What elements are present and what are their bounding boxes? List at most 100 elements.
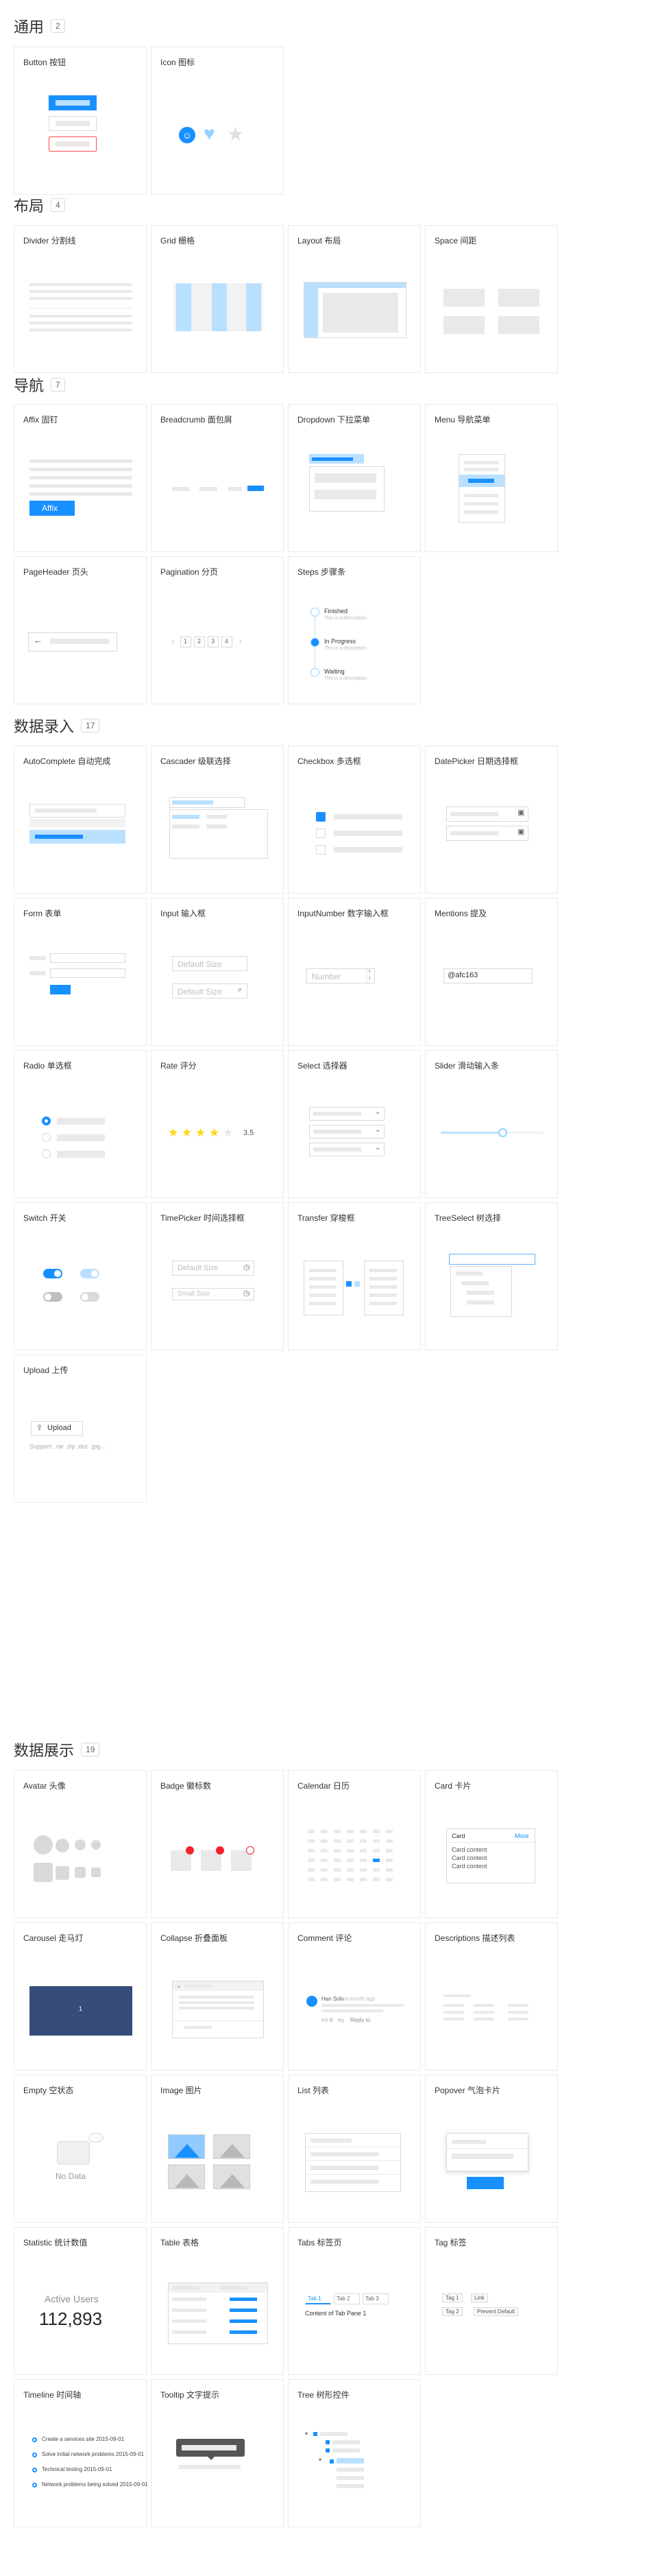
component-card-datepicker[interactable]: DatePicker 日期选择框 ▣ ▣ — [425, 746, 558, 894]
radio[interactable] — [42, 1149, 51, 1158]
star-icon[interactable]: ★ — [209, 1126, 219, 1140]
clock-icon: ◷ — [243, 1289, 250, 1298]
component-card-image[interactable]: Image 图片 — [151, 2075, 284, 2223]
component-card-empty[interactable]: Empty 空状态 No Data — [14, 2075, 147, 2223]
card-title: Pagination 分页 — [160, 567, 219, 577]
component-card-collapse[interactable]: Collapse 折叠面板 ⌄ — [151, 1922, 284, 2071]
component-card-descriptions[interactable]: Descriptions 描述列表 — [425, 1922, 558, 2071]
form-input[interactable] — [50, 953, 125, 963]
component-card-list[interactable]: List 列表 — [288, 2075, 421, 2223]
like-icon[interactable]: 👍︎ — [321, 2016, 328, 2024]
section-header-layout: 布局 4 — [14, 194, 65, 216]
component-card-tree[interactable]: Tree 树形控件 ▾ ▾ — [288, 2379, 421, 2527]
radio-checked[interactable] — [42, 1117, 51, 1125]
star-icon[interactable]: ★ — [182, 1126, 192, 1140]
component-card-select[interactable]: Select 选择器 ⌄ ⌄ ⌄ — [288, 1050, 421, 1198]
stepper-icon[interactable]: ˄ ˅ — [368, 968, 371, 982]
component-card-transfer[interactable]: Transfer 穿梭框 — [288, 1202, 421, 1350]
preview-treeselect — [426, 1233, 557, 1350]
component-card-form[interactable]: Form 表单 — [14, 898, 147, 1046]
checkbox-checked[interactable] — [316, 812, 326, 822]
treeselect-input[interactable] — [449, 1254, 535, 1265]
tag[interactable]: Tag 2 — [442, 2307, 463, 2316]
timeline-item: Solve initial network problems 2015-09-0… — [42, 2451, 144, 2457]
component-card-cardprev[interactable]: Card 卡片 Card More Card content Card content C… — [425, 1770, 558, 1918]
preview-divider — [14, 256, 146, 372]
timeline-item: Network problems being solved 2015-09-01 — [42, 2481, 148, 2488]
component-card-cascader[interactable]: Cascader 级联选择 — [151, 746, 284, 894]
component-card-carousel[interactable]: Carousel 走马灯 1 — [14, 1922, 147, 2071]
component-card-timeline[interactable]: Timeline 时间轴 Create a services site 2015-… — [14, 2379, 148, 2527]
dislike-icon[interactable]: 👎︎ — [338, 2016, 344, 2024]
submit-button[interactable] — [50, 985, 71, 994]
card-title: Card — [452, 1833, 465, 1839]
card-title: Transfer 穿梭框 — [297, 1213, 355, 1223]
preview-button — [14, 77, 146, 194]
prev-icon[interactable]: ‹ — [172, 638, 174, 645]
component-card-switch[interactable]: Switch 开关 — [14, 1202, 147, 1350]
component-card-comment[interactable]: Comment 评论 Han Solo a month ago 👍︎ 0 👎︎ Reply … — [288, 1922, 421, 2071]
component-card-mentions[interactable]: Mentions 提及 @afc163 — [425, 898, 558, 1046]
component-card-inputnumber[interactable]: InputNumber 数字输入框 Number ˄ ˅ — [288, 898, 421, 1046]
component-card-affix[interactable]: Affix 固钉 Affix — [14, 404, 147, 552]
step-dot — [310, 638, 319, 647]
component-card-table[interactable]: Table 表格 — [151, 2227, 284, 2375]
component-card-rate[interactable]: Rate 评分 ★ ★ ★ ★ ★ 3.5 — [151, 1050, 284, 1198]
slider-handle[interactable] — [498, 1128, 507, 1137]
component-card-input[interactable]: Input 输入框 Default Size Default Size ⌕ — [151, 898, 284, 1046]
component-card-grid[interactable]: Grid 栅格 — [151, 225, 284, 373]
preview-affix: Affix — [14, 435, 146, 551]
tab-label: Tab 1 — [308, 2295, 321, 2302]
card-title: InputNumber 数字输入框 — [297, 909, 389, 918]
star-icon[interactable]: ★ — [168, 1126, 178, 1140]
component-card-breadcrumb[interactable]: Breadcrumb 面包屑 — [151, 404, 284, 552]
component-card-pagination[interactable]: Pagination 分页 ‹ 1 2 3 4 › — [151, 556, 284, 704]
component-card-treeselect[interactable]: TreeSelect 树选择 — [425, 1202, 558, 1350]
component-card-space[interactable]: Space 间距 — [425, 225, 558, 373]
preview-form — [14, 929, 146, 1045]
card-title: Menu 导航菜单 — [435, 415, 491, 425]
component-card-badge[interactable]: Badge 徽标数 — [151, 1770, 284, 1918]
smile-icon: ☺ — [179, 127, 195, 143]
form-input[interactable] — [50, 968, 125, 978]
component-card-autocomplete[interactable]: AutoComplete 自动完成 — [14, 746, 147, 894]
star-icon[interactable]: ★ — [195, 1126, 206, 1140]
component-card-timepicker[interactable]: TimePicker 时间选择框 Default Size ◷ Small Size ◷ — [151, 1202, 284, 1350]
component-card-pageheader[interactable]: PageHeader 页头 ← — [14, 556, 147, 704]
component-card-menu[interactable]: Menu 导航菜单 — [425, 404, 558, 552]
component-card-tag[interactable]: Tag 标签 Tag 1 Link Tag 2 Prevent Default — [425, 2227, 558, 2375]
tag[interactable]: Tag 1 — [442, 2293, 463, 2302]
component-card-button[interactable]: Button 按钮 — [14, 47, 147, 195]
radio[interactable] — [42, 1133, 51, 1142]
component-card-calendar[interactable]: Calendar 日历 — [288, 1770, 421, 1918]
next-icon[interactable]: › — [239, 638, 241, 645]
component-card-checkbox[interactable]: Checkbox 多选框 — [288, 746, 421, 894]
badge-dot — [186, 1846, 194, 1855]
search-icon[interactable]: ⌕ — [238, 986, 242, 994]
component-card-slider[interactable]: Slider 滑动输入条 — [425, 1050, 558, 1198]
tag[interactable]: Prevent Default — [474, 2307, 519, 2316]
component-card-avatar[interactable]: Avatar 头像 — [14, 1770, 147, 1918]
component-card-icon[interactable]: Icon 图标 ☺ ♥ ★ — [151, 47, 284, 195]
card-title: Form 表单 — [23, 909, 62, 918]
component-card-radio[interactable]: Radio 单选框 — [14, 1050, 147, 1198]
component-card-divider[interactable]: Divider 分割线 — [14, 225, 147, 373]
component-card-tabs[interactable]: Tabs 标签页 Tab 1 Tab 2 Tab 3 Content of Tab Pa… — [288, 2227, 421, 2375]
checkbox[interactable] — [316, 845, 326, 855]
arrow-left-icon[interactable]: ← — [34, 635, 42, 645]
page-number: 1 — [184, 638, 188, 645]
component-card-layout[interactable]: Layout 布局 — [288, 225, 421, 373]
tag[interactable]: Link — [471, 2293, 488, 2302]
component-card-steps[interactable]: Steps 步骤条 Finished This is a description In… — [288, 556, 421, 704]
component-card-popover[interactable]: Popover 气泡卡片 — [425, 2075, 558, 2223]
component-card-dropdown[interactable]: Dropdown 下拉菜单 — [288, 404, 421, 552]
tree-switcher-icon[interactable]: ▾ — [305, 2431, 308, 2437]
component-card-tooltip[interactable]: Tooltip 文字提示 — [151, 2379, 284, 2527]
checkbox[interactable] — [316, 828, 326, 838]
component-card-upload[interactable]: Upload 上传 ⇪ Upload Support: .rar .zip .doc … — [14, 1355, 147, 1503]
card-title: Layout 布局 — [297, 236, 341, 246]
star-icon[interactable]: ★ — [223, 1126, 233, 1140]
tree-switcher-icon[interactable]: ▾ — [319, 2457, 321, 2463]
popover-trigger-button[interactable] — [467, 2177, 504, 2189]
component-card-statistic[interactable]: Statistic 统计数值 Active Users 112,893 — [14, 2227, 147, 2375]
